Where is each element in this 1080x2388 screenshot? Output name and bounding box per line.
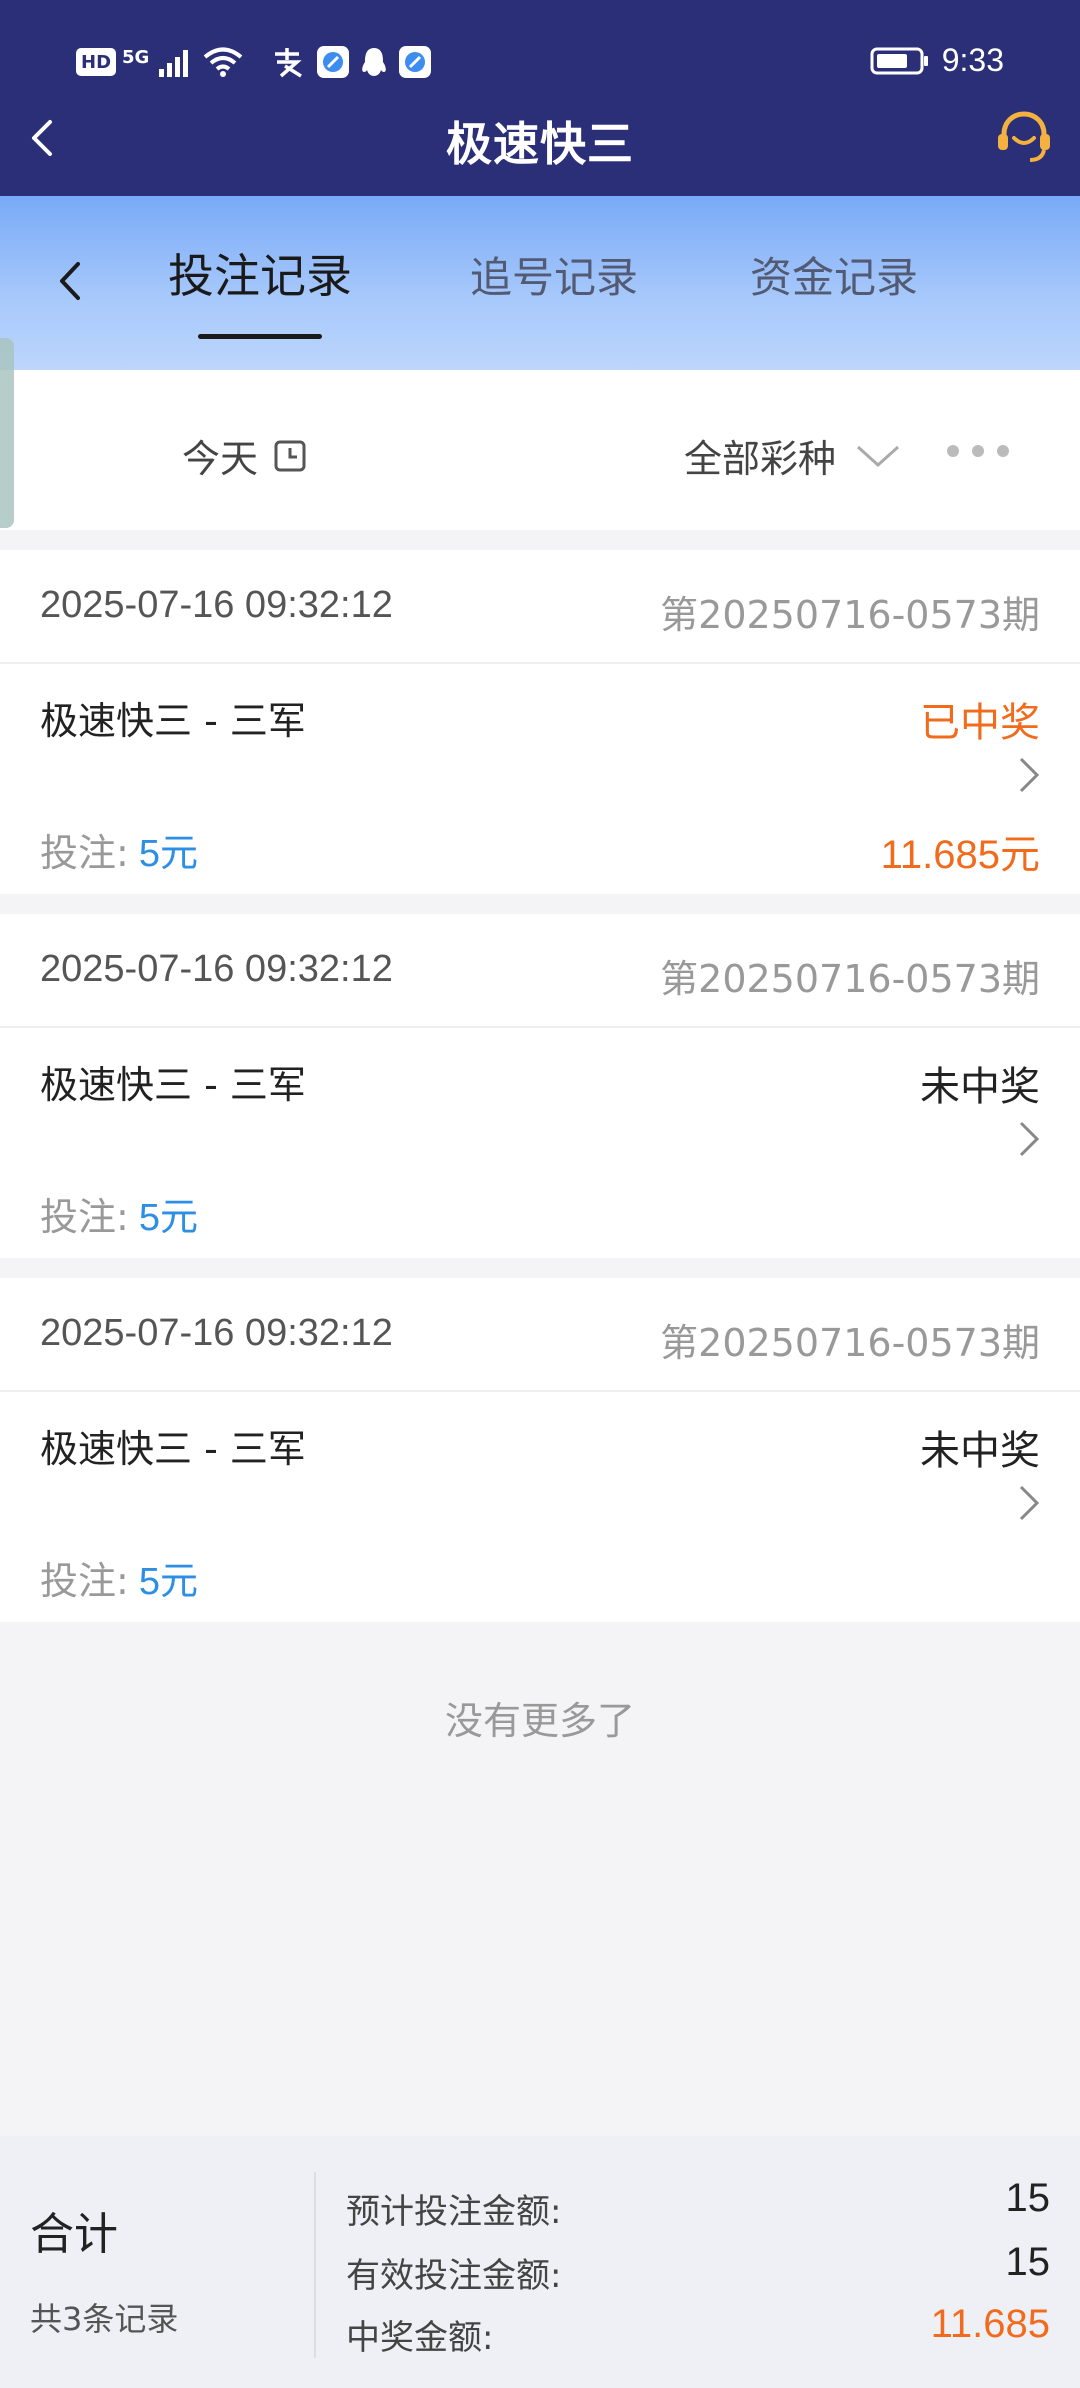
bet-record-2[interactable]: 2025-07-16 09:32:12 第20250716-0573期 极速快三… (0, 914, 1080, 1258)
lottery-type-label: 全部彩种 (684, 437, 837, 481)
record-tabs: 投注记录 追号记录 资金记录 (0, 196, 1080, 370)
record-header: 2025-07-16 09:32:12 第20250716-0573期 (0, 914, 1080, 1028)
chevron-right-icon (1019, 1485, 1040, 1521)
chevron-right-icon (1019, 757, 1040, 793)
side-drawer-handle[interactable] (0, 338, 14, 528)
record-status: 未中奖 (920, 1064, 1040, 1110)
signal-icon (159, 50, 189, 77)
battery-icon (870, 47, 928, 74)
summary-total-label: 合计 (30, 2209, 118, 2260)
record-status: 未中奖 (920, 1428, 1040, 1474)
tab-chase-records[interactable]: 追号记录 (470, 244, 638, 305)
bet-record-1[interactable]: 2025-07-16 09:32:12 第20250716-0573期 极速快三… (0, 550, 1080, 894)
record-header: 2025-07-16 09:32:12 第20250716-0573期 (0, 550, 1080, 664)
record-time: 2025-07-16 09:32:12 (40, 948, 393, 990)
app-header: HD 5G 9:33 极速快三 (0, 0, 1080, 196)
network-type: 5G (122, 46, 150, 68)
hd-icon: HD (76, 48, 117, 76)
calendar-clock-icon (274, 440, 306, 471)
summary-row-prize: 中奖金额: 11.685 (346, 2302, 1050, 2358)
record-time: 2025-07-16 09:32:12 (40, 584, 393, 626)
bet-label: 投注: (40, 1195, 129, 1239)
summary-value: 15 (1005, 2240, 1051, 2284)
clock: 9:33 (941, 42, 1004, 78)
summary-footer: 合计 共3条记录 预计投注金额: 15 有效投注金额: 15 中奖金额: 11.… (0, 2136, 1080, 2388)
summary-divider (314, 2172, 316, 2358)
tab-fund-records[interactable]: 资金记录 (750, 244, 918, 305)
record-game-name: 极速快三 - 三军 (40, 1063, 306, 1107)
summary-label: 中奖金额: (346, 2318, 494, 2358)
browser-app-icon-2 (399, 46, 432, 78)
status-right: 9:33 (870, 42, 1004, 79)
customer-service-icon[interactable] (994, 108, 1054, 168)
summary-label: 有效投注金额: (346, 2256, 562, 2296)
back-icon-secondary[interactable] (54, 258, 88, 304)
record-bet: 投注: 5元 (40, 822, 198, 877)
status-bar: HD 5G 9:33 (0, 0, 1080, 110)
bet-amount: 5元 (138, 833, 198, 875)
record-game-name: 极速快三 - 三军 (40, 1427, 306, 1471)
record-status: 已中奖 (920, 700, 1040, 746)
no-more-text: 没有更多了 (444, 1699, 635, 1743)
record-bet: 投注: 5元 (40, 1186, 198, 1241)
lottery-type-filter[interactable]: 全部彩种 (684, 428, 900, 483)
bet-amount: 5元 (138, 1197, 198, 1239)
bet-amount: 5元 (138, 1561, 198, 1603)
browser-app-icon (317, 46, 350, 78)
chevron-right-icon (1019, 1121, 1040, 1157)
tab-bet-records[interactable]: 投注记录 (168, 240, 352, 306)
active-tab-indicator (198, 334, 322, 339)
summary-value: 15 (1005, 2176, 1051, 2220)
record-game-name: 极速快三 - 三军 (40, 699, 306, 743)
summary-record-count: 共3条记录 (30, 2300, 179, 2338)
summary-label: 预计投注金额: (346, 2192, 562, 2232)
summary-row-valid: 有效投注金额: 15 (346, 2240, 1051, 2296)
record-header: 2025-07-16 09:32:12 第20250716-0573期 (0, 1278, 1080, 1392)
record-prize: 11.685元 (880, 833, 1040, 877)
record-time: 2025-07-16 09:32:12 (40, 1312, 393, 1354)
bet-label: 投注: (40, 831, 129, 875)
record-issue: 第20250716-0573期 (660, 957, 1040, 1001)
alipay-icon (275, 48, 303, 78)
date-filter-label: 今天 (182, 437, 259, 481)
chevron-down-icon (857, 445, 900, 467)
record-bet: 投注: 5元 (40, 1550, 198, 1605)
record-issue: 第20250716-0573期 (660, 593, 1040, 637)
bet-label: 投注: (40, 1559, 129, 1603)
date-filter[interactable]: 今天 (182, 428, 306, 483)
record-issue: 第20250716-0573期 (660, 1321, 1040, 1365)
more-options-icon[interactable] (946, 444, 1010, 458)
qq-icon (362, 48, 387, 76)
summary-value: 11.685 (930, 2302, 1050, 2346)
wifi-icon (204, 47, 243, 77)
bet-record-3[interactable]: 2025-07-16 09:32:12 第20250716-0573期 极速快三… (0, 1278, 1080, 1622)
summary-row-expected: 预计投注金额: 15 (346, 2176, 1051, 2232)
page-title: 极速快三 (446, 117, 634, 171)
status-left-icons: HD 5G (76, 46, 432, 78)
filter-bar: 今天 全部彩种 (0, 370, 1080, 530)
